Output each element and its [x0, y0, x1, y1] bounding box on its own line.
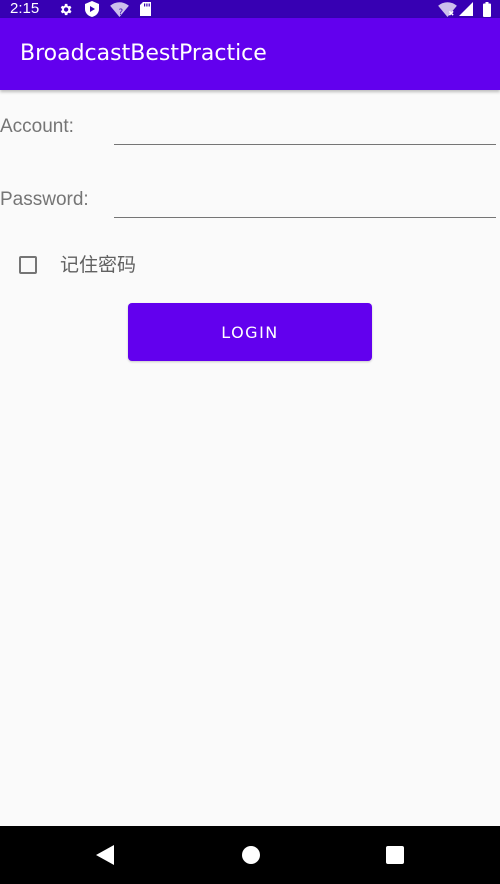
navigation-bar [0, 826, 500, 884]
wifi-question-icon: ? [109, 1, 129, 17]
app-bar: BroadcastBestPractice [0, 18, 500, 90]
password-input[interactable] [114, 187, 496, 218]
screen: 2:15 ? BroadcastBestPractice Account: Pa… [0, 0, 500, 884]
account-label: Account: [0, 116, 74, 137]
app-title: BroadcastBestPractice [20, 41, 267, 66]
gear-icon [57, 1, 73, 17]
login-button[interactable]: LOGIN [128, 303, 372, 361]
play-protect-icon [84, 1, 100, 17]
remember-password-label[interactable]: 记住密码 [60, 253, 136, 277]
account-input[interactable] [114, 114, 496, 145]
password-label: Password: [0, 189, 89, 210]
recents-icon[interactable] [385, 845, 405, 865]
svg-text:?: ? [118, 7, 122, 17]
sd-card-icon [139, 1, 151, 17]
battery-icon [482, 1, 492, 17]
status-bar: 2:15 ? [0, 0, 500, 18]
remember-password-checkbox[interactable] [19, 256, 37, 274]
status-time: 2:15 [10, 0, 40, 17]
home-icon[interactable] [241, 845, 261, 865]
back-icon[interactable] [95, 845, 115, 865]
wifi-x-icon [437, 1, 457, 17]
cellular-signal-icon [458, 1, 474, 17]
